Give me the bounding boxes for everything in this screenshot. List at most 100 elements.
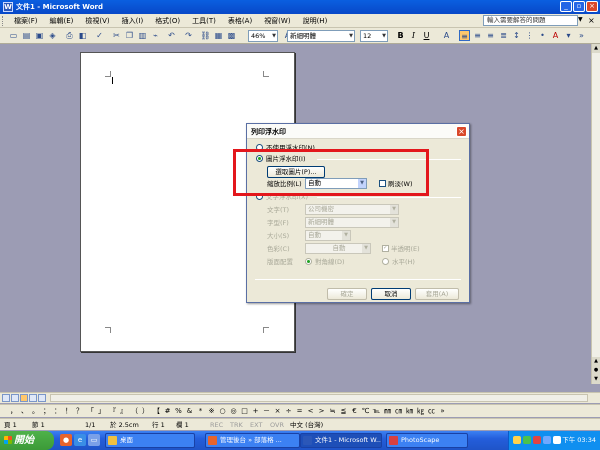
dialog-title-bar[interactable]: 列印浮水印 × — [247, 124, 469, 139]
text-effect-icon[interactable]: A — [441, 30, 452, 41]
symbol-button[interactable]: ， — [8, 406, 19, 416]
close-document-button[interactable]: × — [588, 16, 595, 25]
start-button[interactable]: 開始 — [0, 431, 54, 450]
symbol-button[interactable]: ㏄ — [426, 406, 437, 416]
symbol-button[interactable]: + — [250, 406, 261, 416]
task-blog-admin[interactable]: 管理後台 » 部落格 ... — [205, 433, 300, 448]
symbol-button[interactable]: ？ — [74, 406, 85, 416]
tables-borders-icon[interactable]: ▦ — [213, 30, 224, 41]
next-page-icon[interactable]: ▼ — [592, 375, 600, 384]
menu-format[interactable]: 格式(O) — [149, 16, 186, 26]
semitransparent-label[interactable]: 半透明(E) — [391, 245, 420, 253]
symbol-button[interactable]: * — [195, 406, 206, 416]
menu-insert[interactable]: 插入(I) — [116, 16, 150, 26]
symbol-button[interactable]: × — [272, 406, 283, 416]
taskbar-clock[interactable]: 下午 03:34 — [562, 431, 596, 450]
print-layout-view-icon[interactable] — [20, 394, 28, 402]
diagonal-radio[interactable] — [305, 258, 312, 265]
symbol-button[interactable]: ： — [52, 406, 63, 416]
symbol-button[interactable]: # — [162, 406, 173, 416]
spelling-icon[interactable]: ✓ — [94, 30, 105, 41]
font-color-button[interactable]: A — [550, 30, 561, 41]
symbol-button[interactable]: 「 — [85, 406, 96, 416]
menu-help[interactable]: 說明(H) — [297, 16, 334, 26]
symbol-button[interactable]: % — [173, 406, 184, 416]
underline-button[interactable]: U — [421, 30, 432, 41]
apply-button[interactable]: 確定 — [327, 288, 367, 300]
diagonal-label[interactable]: 對角線(D) — [315, 258, 345, 266]
bold-button[interactable]: B — [395, 30, 406, 41]
bullets-icon[interactable]: • — [537, 30, 548, 41]
quicklaunch-desktop-icon[interactable]: ▭ — [88, 434, 100, 446]
print-preview-icon[interactable]: ◧ — [77, 30, 88, 41]
color-select[interactable]: 自動 ▼ — [305, 243, 371, 254]
symbol-button[interactable]: 【 — [151, 406, 162, 416]
quicklaunch-firefox-icon[interactable]: ● — [60, 434, 72, 446]
zoom-select[interactable]: 46% ▼ — [248, 30, 278, 42]
symbol-button[interactable]: ㎝ — [393, 406, 404, 416]
dialog-close-button[interactable]: × — [456, 126, 467, 137]
symbol-button[interactable]: （ — [129, 406, 140, 416]
symbol-button[interactable]: ℃ — [360, 406, 371, 416]
line-spacing-icon[interactable]: ↕ — [511, 30, 522, 41]
symbol-button[interactable]: ◎ — [228, 406, 239, 416]
semitransparent-checkbox[interactable] — [382, 244, 389, 252]
task-photoscape[interactable]: PhotoScape — [386, 433, 468, 448]
symbol-button[interactable]: » — [437, 406, 448, 416]
new-document-icon[interactable]: ▭ — [8, 30, 19, 41]
symbol-button[interactable]: & — [184, 406, 195, 416]
symbol-button[interactable]: － — [261, 406, 272, 416]
tray-icon-3[interactable] — [533, 436, 541, 444]
minimize-button[interactable]: _ — [560, 1, 572, 12]
symbol-button[interactable]: ㎞ — [404, 406, 415, 416]
save-icon[interactable]: ▣ — [34, 30, 45, 41]
symbol-button[interactable]: 」 — [96, 406, 107, 416]
font-name-select[interactable]: 新細明體 ▼ — [287, 30, 355, 42]
numbering-icon[interactable]: ⋮ — [524, 30, 535, 41]
symbol-button[interactable]: 』 — [118, 406, 129, 416]
normal-view-icon[interactable] — [2, 394, 10, 402]
text-select[interactable]: 公司機密 ▼ — [305, 204, 399, 215]
menu-edit[interactable]: 編輯(E) — [44, 16, 80, 26]
menu-file[interactable]: 檔案(F) — [8, 16, 44, 26]
scroll-up-icon[interactable]: ▲ — [592, 44, 600, 53]
close-window-button[interactable]: × — [586, 1, 598, 12]
reading-view-icon[interactable] — [38, 394, 46, 402]
symbol-button[interactable]: ≒ — [327, 406, 338, 416]
menu-view[interactable]: 檢視(V) — [79, 16, 115, 26]
symbol-button[interactable]: ≦ — [338, 406, 349, 416]
symbol-button[interactable]: > — [316, 406, 327, 416]
symbol-button[interactable]: ！ — [63, 406, 74, 416]
symbol-button[interactable]: < — [305, 406, 316, 416]
symbol-button[interactable]: ㎏ — [415, 406, 426, 416]
quicklaunch-ie-icon[interactable]: e — [74, 434, 86, 446]
help-search-input[interactable]: 輸入需要解答的問題 — [483, 15, 578, 26]
paste-icon[interactable]: ▥ — [137, 30, 148, 41]
web-view-icon[interactable] — [11, 394, 19, 402]
format-painter-icon[interactable]: ⌁ — [150, 30, 161, 41]
permission-icon[interactable]: ◈ — [47, 30, 58, 41]
redo-icon[interactable]: ↷ — [183, 30, 194, 41]
status-ovr[interactable]: OVR — [270, 420, 284, 430]
symbol-button[interactable]: ÷ — [283, 406, 294, 416]
font-select[interactable]: 新細明體 ▼ — [305, 217, 399, 228]
tray-network-icon[interactable] — [543, 436, 551, 444]
tray-icon-1[interactable] — [513, 436, 521, 444]
menu-tools[interactable]: 工具(T) — [186, 16, 222, 26]
align-right-icon[interactable]: ≡ — [485, 30, 496, 41]
insert-table-icon[interactable]: ▩ — [226, 30, 237, 41]
tray-icon-2[interactable] — [523, 436, 531, 444]
align-center-icon[interactable]: ≡ — [472, 30, 483, 41]
open-folder-icon[interactable]: ▤ — [21, 30, 32, 41]
horizontal-radio[interactable] — [382, 258, 389, 265]
undo-icon[interactable]: ↶ — [166, 30, 177, 41]
outline-view-icon[interactable] — [29, 394, 37, 402]
symbol-button[interactable]: ； — [41, 406, 52, 416]
toolbar-options-icon[interactable]: » — [576, 30, 587, 41]
status-ext[interactable]: EXT — [250, 420, 262, 430]
apply-a-button[interactable]: 套用(A) — [415, 288, 459, 300]
symbol-button[interactable]: = — [294, 406, 305, 416]
browse-object-icon[interactable]: ● — [592, 366, 600, 375]
menu-table[interactable]: 表格(A) — [222, 16, 258, 26]
menu-grip[interactable] — [2, 16, 5, 26]
